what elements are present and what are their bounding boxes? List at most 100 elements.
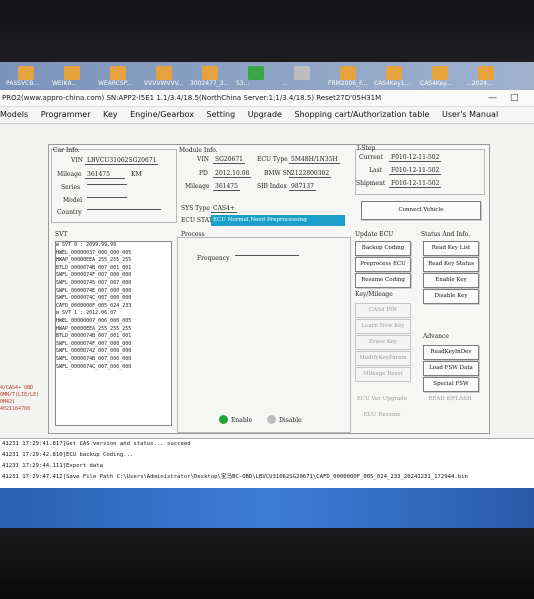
svt-tree[interactable]: ⊟ SVT 0 : 2099.99.99 HWEL_00000037_006_0… <box>55 241 172 426</box>
istep-shipment-label: Shipment <box>356 180 386 187</box>
sys-type-value: CAS4+ <box>211 205 237 213</box>
svt-tree-item[interactable]: SWFL_0000074F_007_000_000 <box>56 272 171 280</box>
special-fsw-button[interactable]: Special FSW <box>423 377 479 392</box>
module-mileage-label: Mileage <box>185 183 210 190</box>
folder-icon[interactable] <box>202 66 218 80</box>
car-series-label: Series <box>61 184 81 191</box>
svt-tree-item[interactable]: SWFL_00000742_007_000_000 <box>56 348 171 356</box>
svt-tree-item[interactable]: SWFL_0000074C_007_000_000 <box>56 295 171 303</box>
minimize-button[interactable]: — <box>488 90 497 106</box>
connect-vehicle-button[interactable]: Connect Vehicle <box>361 201 481 220</box>
folder-icon[interactable] <box>64 66 80 80</box>
read-8-flash-button[interactable]: READ 8/FLASH <box>423 393 477 406</box>
istep-shipment-value: F010-12-11-502 <box>389 180 442 188</box>
monitor-bezel-bottom <box>0 528 534 599</box>
svt-tree-item[interactable]: ⊟ SVT 0 : 2099.99.99 <box>56 242 171 250</box>
car-model-value <box>87 197 127 198</box>
ecu-stat-label: ECU STAT <box>181 217 213 224</box>
module-pd-label: PD <box>199 170 208 177</box>
menu-users-manual[interactable]: User's Manual <box>442 107 498 123</box>
cas4-pin-button[interactable]: CAS4 PIN <box>355 303 411 318</box>
key-mileage-heading: Key/Mileage <box>355 291 393 298</box>
mileage-reset-button[interactable]: Mileage Reset <box>355 367 411 382</box>
folder-icon[interactable] <box>386 66 402 80</box>
read-key-status-button[interactable]: Read Key Status <box>423 257 479 272</box>
disable-indicator-icon <box>267 415 276 424</box>
car-info-heading: Car Info. <box>53 147 80 154</box>
disable-key-button[interactable]: Disable Key <box>423 289 479 304</box>
desktop-icon-label: ... <box>282 80 288 87</box>
istep-current-label: Current <box>359 154 384 161</box>
menu-programmer[interactable]: Programmer <box>41 107 91 123</box>
ecu-type-label: ECU Type <box>257 156 288 163</box>
module-pd-value: 2012.10.08 <box>213 170 252 178</box>
left-info-line: 4/CAS4+ OBD <box>0 385 34 391</box>
istep-heading: I-Step <box>357 145 376 152</box>
preprocess-ecu-button[interactable]: Preprocess ECU <box>355 257 411 272</box>
window-title: PRO2(www.appro-china.com) SN:APP2-I5E1 1… <box>2 94 382 102</box>
desktop-icon-label: CAS4Key... <box>420 80 452 87</box>
folder-icon[interactable] <box>478 66 494 80</box>
resume-coding-button[interactable]: Resume Coding <box>355 273 411 288</box>
menu-setting[interactable]: Setting <box>207 107 236 123</box>
erase-key-button[interactable]: Erase Key <box>355 335 411 350</box>
left-info-line: 4021164700 <box>0 406 31 412</box>
menu-upgrade[interactable]: Upgrade <box>248 107 282 123</box>
log-panel: 41231 17:29:41.817]Get CAS version and s… <box>0 438 534 489</box>
svt-tree-item[interactable]: SWFL_0000074E_007_000_000 <box>56 288 171 296</box>
menu-models[interactable]: Models <box>0 107 28 123</box>
load-fsw-data-button[interactable]: Load FSW Data <box>423 361 479 376</box>
backup-coding-button[interactable]: Backup Coding <box>355 241 411 256</box>
process-group <box>177 237 351 433</box>
maximize-button[interactable]: □ <box>510 90 519 106</box>
bmw-sn-label: BMW SN <box>264 170 292 177</box>
svt-tree-item[interactable]: SWFL_0000074C_007_000_000 <box>56 364 171 372</box>
car-country-value <box>87 209 161 210</box>
log-line: 41231 17:29:47.412]Save File Path C:\Use… <box>2 474 468 480</box>
menu-key[interactable]: Key <box>103 107 118 123</box>
svt-tree-item[interactable]: HWAP_00000EEA_255_255_255 <box>56 257 171 265</box>
modify-key-param-button[interactable]: ModifyKeyParam <box>355 351 411 366</box>
folder-icon[interactable] <box>248 66 264 80</box>
folder-icon[interactable] <box>18 66 34 80</box>
folder-icon[interactable] <box>340 66 356 80</box>
left-info-line: 0M42) <box>0 399 16 405</box>
svt-tree-item[interactable]: BTLD_0000074B_007_001_001 <box>56 265 171 273</box>
svt-tree-item[interactable]: BTLD_0000074B_007_001_001 <box>56 333 171 341</box>
desktop-icon-label: WEIKA... <box>52 80 78 87</box>
module-vin-label: VIN <box>197 156 209 163</box>
bmw-sn-value: 2122800302 <box>289 170 332 178</box>
enable-key-button[interactable]: Enable Key <box>423 273 479 288</box>
svt-tree-item[interactable]: SWFL_00000745_007_007_000 <box>56 280 171 288</box>
left-side-info: 4/CAS4+ OBD 0MN/T(LIE/LE) 0M42) 40211647… <box>0 385 46 413</box>
svt-tree-item[interactable]: SWFL_0000074B_007_000_000 <box>56 356 171 364</box>
svt-tree-item[interactable]: SWFL_0000074F_007_000_000 <box>56 341 171 349</box>
update-ecu-heading: Update ECU <box>355 231 394 238</box>
read-key-list-button[interactable]: Read Key List <box>423 241 479 256</box>
svt-tree-item[interactable]: HWAP_00000EEA_255_255_255 <box>56 326 171 334</box>
menu-shopping-cart[interactable]: Shopping cart/Authorization table <box>295 107 430 123</box>
ecu-ver-upgrade-button[interactable]: ECU Ver Upgrade <box>355 393 409 406</box>
frequency-label: Frequency <box>197 255 230 262</box>
svt-tree-item[interactable]: ⊟ SVT 1 : 2012.06.07 <box>56 310 171 318</box>
istep-current-value: F010-12-11-502 <box>389 154 442 162</box>
desktop-icon-label: 3002477_3... <box>190 80 230 87</box>
folder-icon[interactable] <box>432 66 448 80</box>
car-country-label: Country <box>57 209 82 216</box>
menu-engine-gearbox[interactable]: Engine/Gearbox <box>130 107 194 123</box>
read-key-in-dev-button[interactable]: ReadKeyInDev <box>423 345 479 360</box>
folder-icon[interactable] <box>110 66 126 80</box>
menu-bar: Models Programmer Key Engine/Gearbox Set… <box>0 107 534 124</box>
svt-tree-item[interactable]: CAFD_0000000F_005_024_233 <box>56 303 171 311</box>
folder-icon[interactable] <box>156 66 172 80</box>
istep-last-label: Last <box>369 167 383 174</box>
enable-legend-label: Enable <box>231 417 253 424</box>
svt-tree-item[interactable]: HWEL_00000007_006_000_005 <box>56 318 171 326</box>
folder-icon[interactable] <box>294 66 310 80</box>
ecu-resume-button[interactable]: ECU Resume <box>355 409 409 422</box>
car-mileage-label: Mileage <box>57 171 82 178</box>
taskbar <box>0 488 534 528</box>
svt-tree-item[interactable]: HWEL_00000037_006_000_005 <box>56 250 171 258</box>
desktop-icon-row: PASSVCB... WEIKA... WEARCSP... VVVVWVVV... 3… <box>0 62 534 90</box>
learn-new-key-button[interactable]: Learn New Key <box>355 319 411 334</box>
